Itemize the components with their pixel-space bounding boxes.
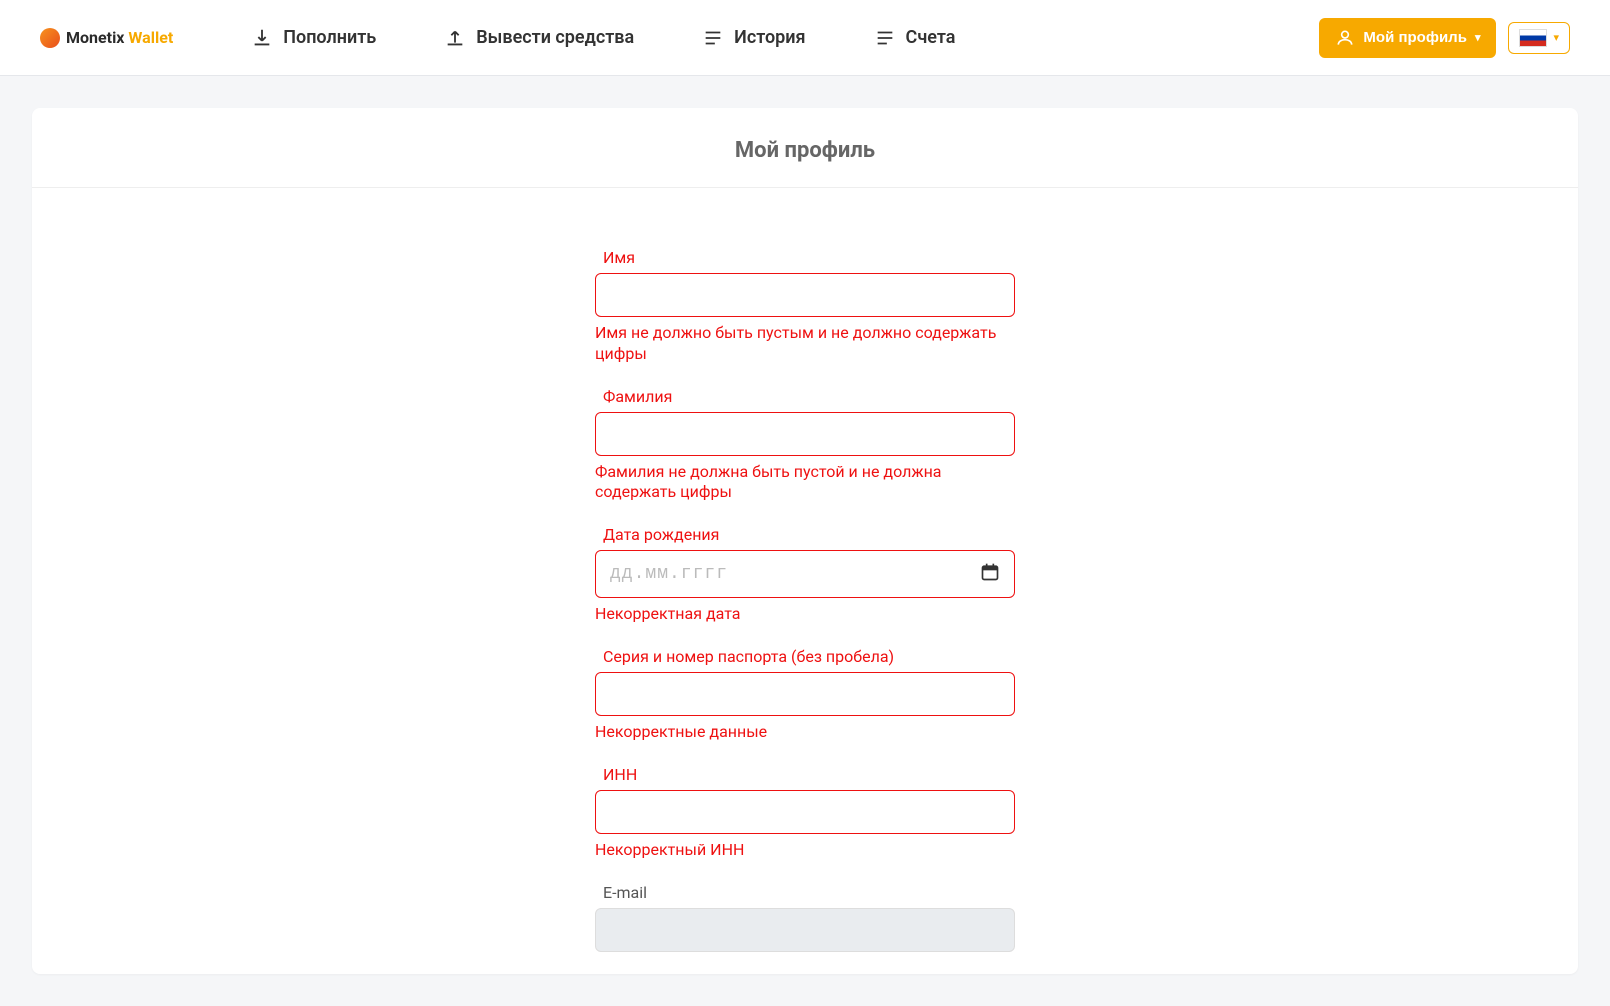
last-name-error: Фамилия не должна быть пустой и не должн…	[595, 462, 1015, 504]
nav-history-label: История	[734, 27, 805, 48]
logo-icon	[40, 28, 60, 48]
field-last-name: Фамилия Фамилия не должна быть пустой и …	[595, 387, 1015, 504]
profile-form-container: Имя Имя не должно быть пустым и не должн…	[32, 188, 1578, 974]
field-dob: Дата рождения дд.мм.гггг Некорректная да…	[595, 525, 1015, 625]
dob-label: Дата рождения	[603, 525, 1015, 544]
passport-input[interactable]	[595, 672, 1015, 716]
list-icon	[702, 27, 724, 49]
my-profile-label: Мой профиль	[1363, 29, 1467, 46]
nav-accounts[interactable]: Счета	[874, 27, 956, 49]
card-header: Мой профиль	[32, 108, 1578, 188]
passport-error: Некорректные данные	[595, 722, 1015, 743]
field-inn: ИНН Некорректный ИНН	[595, 765, 1015, 861]
accounts-icon	[874, 27, 896, 49]
last-name-label: Фамилия	[603, 387, 1015, 406]
field-passport: Серия и номер паспорта (без пробела) Нек…	[595, 647, 1015, 743]
brand-name-accent: Wallet	[128, 28, 173, 47]
chevron-down-icon: ▾	[1475, 31, 1481, 44]
email-label: E-mail	[603, 883, 1015, 902]
nav-topup-label: Пополнить	[283, 27, 376, 48]
inn-input[interactable]	[595, 790, 1015, 834]
my-profile-button[interactable]: Мой профиль ▾	[1319, 18, 1496, 58]
email-input	[595, 908, 1015, 952]
dob-error: Некорректная дата	[595, 604, 1015, 625]
nav-withdraw[interactable]: Вывести средства	[444, 27, 634, 49]
profile-form: Имя Имя не должно быть пустым и не должн…	[595, 248, 1015, 974]
app-header: Monetix Wallet Пополнить Вывести средств…	[0, 0, 1610, 76]
upload-icon	[444, 27, 466, 49]
field-first-name: Имя Имя не должно быть пустым и не должн…	[595, 248, 1015, 365]
passport-label: Серия и номер паспорта (без пробела)	[603, 647, 1015, 666]
main-content: Мой профиль Имя Имя не должно быть пусты…	[0, 76, 1610, 1006]
nav-withdraw-label: Вывести средства	[476, 27, 634, 48]
download-icon	[251, 27, 273, 49]
user-circle-icon	[1335, 28, 1355, 48]
profile-card: Мой профиль Имя Имя не должно быть пусты…	[32, 108, 1578, 974]
page-title: Мой профиль	[32, 138, 1578, 163]
language-switcher[interactable]: ▾	[1508, 22, 1570, 54]
first-name-input[interactable]	[595, 273, 1015, 317]
inn-label: ИНН	[603, 765, 1015, 784]
field-email: E-mail	[595, 883, 1015, 952]
flag-ru-icon	[1519, 29, 1547, 47]
nav-history[interactable]: История	[702, 27, 805, 49]
brand-name-primary: Monetix	[66, 28, 124, 47]
primary-nav: Пополнить Вывести средства История Счета	[251, 27, 1271, 49]
inn-error: Некорректный ИНН	[595, 840, 1015, 861]
nav-topup[interactable]: Пополнить	[251, 27, 376, 49]
dob-placeholder: дд.мм.гггг	[610, 564, 728, 584]
last-name-input[interactable]	[595, 412, 1015, 456]
dob-input[interactable]: дд.мм.гггг	[595, 550, 1015, 598]
chevron-down-icon: ▾	[1553, 31, 1559, 44]
calendar-icon[interactable]	[980, 562, 1000, 587]
first-name-label: Имя	[603, 248, 1015, 267]
first-name-error: Имя не должно быть пустым и не должно со…	[595, 323, 1015, 365]
brand-logo[interactable]: Monetix Wallet	[40, 28, 173, 48]
header-right: Мой профиль ▾ ▾	[1319, 18, 1570, 58]
nav-accounts-label: Счета	[906, 27, 956, 48]
